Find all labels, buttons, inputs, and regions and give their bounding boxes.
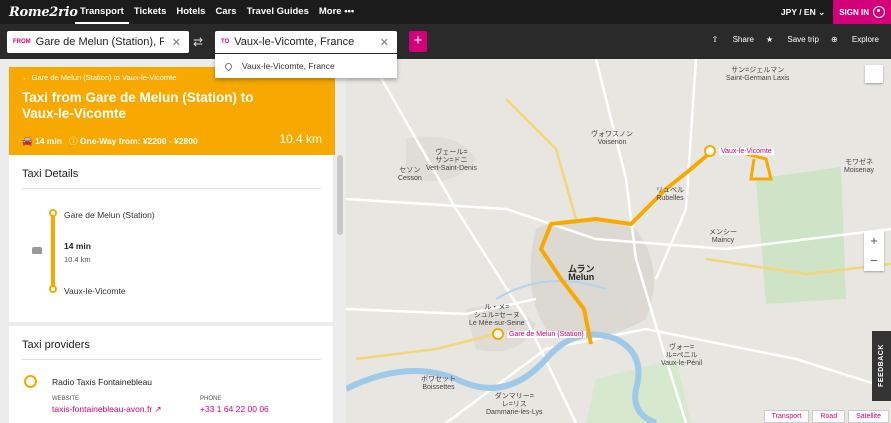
town-label: ヴェール= サン=ドニ Vert-Saint-Denis — [426, 149, 477, 172]
town-label: セソン Cesson — [398, 167, 422, 182]
from-field[interactable]: FROM Gare de Melun (Station), Fran ✕ — [7, 31, 189, 53]
taxi-icon — [24, 375, 37, 388]
destination-marker[interactable]: Vaux-le-Vicomte — [704, 145, 774, 157]
zoom-control: + − — [864, 231, 884, 271]
destination-stop[interactable]: Vaux-le-Vicomte — [64, 286, 126, 296]
explore-button[interactable]: ⊕ Explore — [831, 35, 879, 44]
breadcrumb-label: Gare de Melun (Station) to Vaux-le-Vicom… — [31, 73, 177, 82]
destination-marker-label: Vaux-le-Vicomte — [719, 147, 774, 155]
car-icon — [32, 247, 42, 254]
map-canvas — [346, 59, 891, 423]
provider-name: Radio Taxis Fontainebleau — [52, 377, 153, 387]
currency-language-selector[interactable]: JPY / EN ⌄ — [781, 7, 833, 18]
destination-dot — [49, 285, 57, 293]
town-label: サン=ジェルマン Saint-Germain Laxis — [726, 67, 790, 82]
breadcrumb[interactable]: ← Gare de Melun (Station) to Vaux-le-Vic… — [22, 73, 176, 82]
map-layer-tabs: Transport Road Satellite — [761, 410, 889, 423]
map-tab-road[interactable]: Road — [812, 410, 846, 423]
save-trip-label: Save trip — [787, 35, 819, 44]
taxi-providers-heading: Taxi providers — [22, 339, 90, 351]
explore-label: Explore — [851, 35, 879, 44]
car-icon: 🚘 — [22, 135, 33, 146]
swap-icon[interactable]: ⇄ — [193, 35, 203, 49]
town-label: モワゼネ Moisenay — [844, 159, 874, 174]
nav-hotels[interactable]: Hotels — [171, 0, 210, 24]
route-line — [51, 213, 55, 289]
fullscreen-button[interactable] — [865, 65, 883, 83]
nav-right: JPY / EN ⌄ SIGN IN — [781, 0, 891, 24]
segment-duration: 14 min — [64, 241, 91, 251]
divider — [22, 359, 321, 360]
sign-in-label: SIGN IN — [839, 7, 869, 17]
from-input[interactable]: Gare de Melun (Station), Fran — [36, 36, 164, 48]
town-label: ヴォワスノン Voisenon — [591, 131, 633, 146]
info-icon: ⓘ — [69, 136, 78, 146]
route-price: One-Way from: ¥2200 - ¥2800 — [79, 136, 198, 146]
origin-marker[interactable]: Gare de Melun (Station) — [492, 328, 586, 340]
sign-in-button[interactable]: SIGN IN — [833, 0, 891, 24]
location-pin-icon — [223, 61, 234, 71]
share-button[interactable]: ⇧ Share — [712, 35, 754, 44]
map-tab-satellite[interactable]: Satellite — [848, 410, 889, 423]
share-label: Share — [732, 35, 754, 44]
town-label: メンシー Maincy — [709, 229, 737, 244]
route-panel: ← Gare de Melun (Station) to Vaux-le-Vic… — [0, 59, 346, 423]
panel-scrollbar[interactable] — [337, 155, 343, 235]
town-label: ダンマリー= レ=リス Dammarie-les-Lys — [486, 393, 543, 416]
taxi-details-heading: Taxi Details — [22, 168, 79, 180]
clear-from-icon[interactable]: ✕ — [164, 36, 189, 49]
route-summary: ← Gare de Melun (Station) to Vaux-le-Vic… — [9, 67, 335, 155]
provider-phone-link[interactable]: +33 1 64 22 00 06 — [200, 404, 269, 414]
town-label: ムラン Melun — [568, 264, 595, 282]
nav-transport[interactable]: Transport — [75, 0, 129, 24]
provider-website-link[interactable]: taxis-fontainebleau-avon.fr ↗ — [52, 404, 162, 415]
search-bar: FROM Gare de Melun (Station), Fran ✕ ⇄ T… — [0, 24, 891, 59]
to-input[interactable]: Vaux-le-Vicomte, France — [234, 36, 372, 48]
town-label: ヴォー= ル=ペニル Vaux-le-Pénil — [661, 344, 703, 367]
zoom-in-button[interactable]: + — [864, 231, 884, 251]
taxi-details-card: Taxi Details Gare de Melun (Station) 14 … — [9, 155, 333, 322]
to-tag: TO — [221, 39, 230, 45]
top-nav: Rome2rio Transport Tickets Hotels Cars T… — [0, 0, 891, 24]
zoom-out-button[interactable]: − — [864, 251, 884, 271]
nav-cars[interactable]: Cars — [210, 0, 241, 24]
map[interactable]: + − Vaux-le-Vicomte Gare de Melun (Stati… — [346, 59, 891, 423]
website-label: WEBSITE — [52, 396, 80, 402]
add-destination-button[interactable]: + — [409, 31, 427, 52]
town-label: ボワセット Boissettes — [421, 376, 456, 391]
logo[interactable]: Rome2rio — [0, 5, 78, 20]
taxi-marker-icon — [492, 328, 504, 340]
origin-dot — [49, 209, 57, 217]
divider — [22, 188, 321, 189]
phone-label: PHONE — [200, 396, 222, 402]
route-distance: 10.4 km — [279, 132, 322, 146]
origin-marker-label: Gare de Melun (Station) — [507, 330, 586, 338]
nav-travel-guides[interactable]: Travel Guides — [242, 0, 314, 24]
route-duration: 14 min — [34, 136, 62, 146]
route-meta: 🚘 14 min ⓘ One-Way from: ¥2200 - ¥2800 — [22, 135, 198, 147]
nav-tickets[interactable]: Tickets — [129, 0, 172, 24]
segment-distance: 10.4 km — [64, 255, 91, 264]
town-label: ル・メ= シュル=セーヌ Le Mée-sur-Seine — [469, 304, 525, 327]
nav-more[interactable]: More ••• — [314, 0, 359, 24]
suggestion-item[interactable]: Vaux-le-Vicomte, France — [215, 54, 397, 78]
from-tag: FROM — [13, 39, 31, 45]
clear-to-icon[interactable]: ✕ — [372, 36, 397, 49]
map-tools: ⇧ Share ★ Save trip ⊕ Explore — [700, 35, 879, 44]
feedback-button[interactable]: FEEDBACK — [872, 331, 891, 401]
save-trip-button[interactable]: ★ Save trip — [766, 35, 819, 44]
map-tab-transport[interactable]: Transport — [763, 410, 810, 423]
town-label: リュベル Rubelles — [656, 187, 684, 202]
user-icon — [873, 6, 885, 18]
taxi-providers-card: Taxi providers Radio Taxis Fontainebleau… — [9, 326, 333, 423]
suggestion-label: Vaux-le-Vicomte, France — [242, 61, 335, 71]
to-field[interactable]: TO Vaux-le-Vicomte, France ✕ — [215, 31, 397, 53]
route-title: Taxi from Gare de Melun (Station) to Vau… — [22, 90, 254, 121]
origin-stop[interactable]: Gare de Melun (Station) — [64, 210, 155, 220]
taxi-marker-icon — [704, 145, 716, 157]
